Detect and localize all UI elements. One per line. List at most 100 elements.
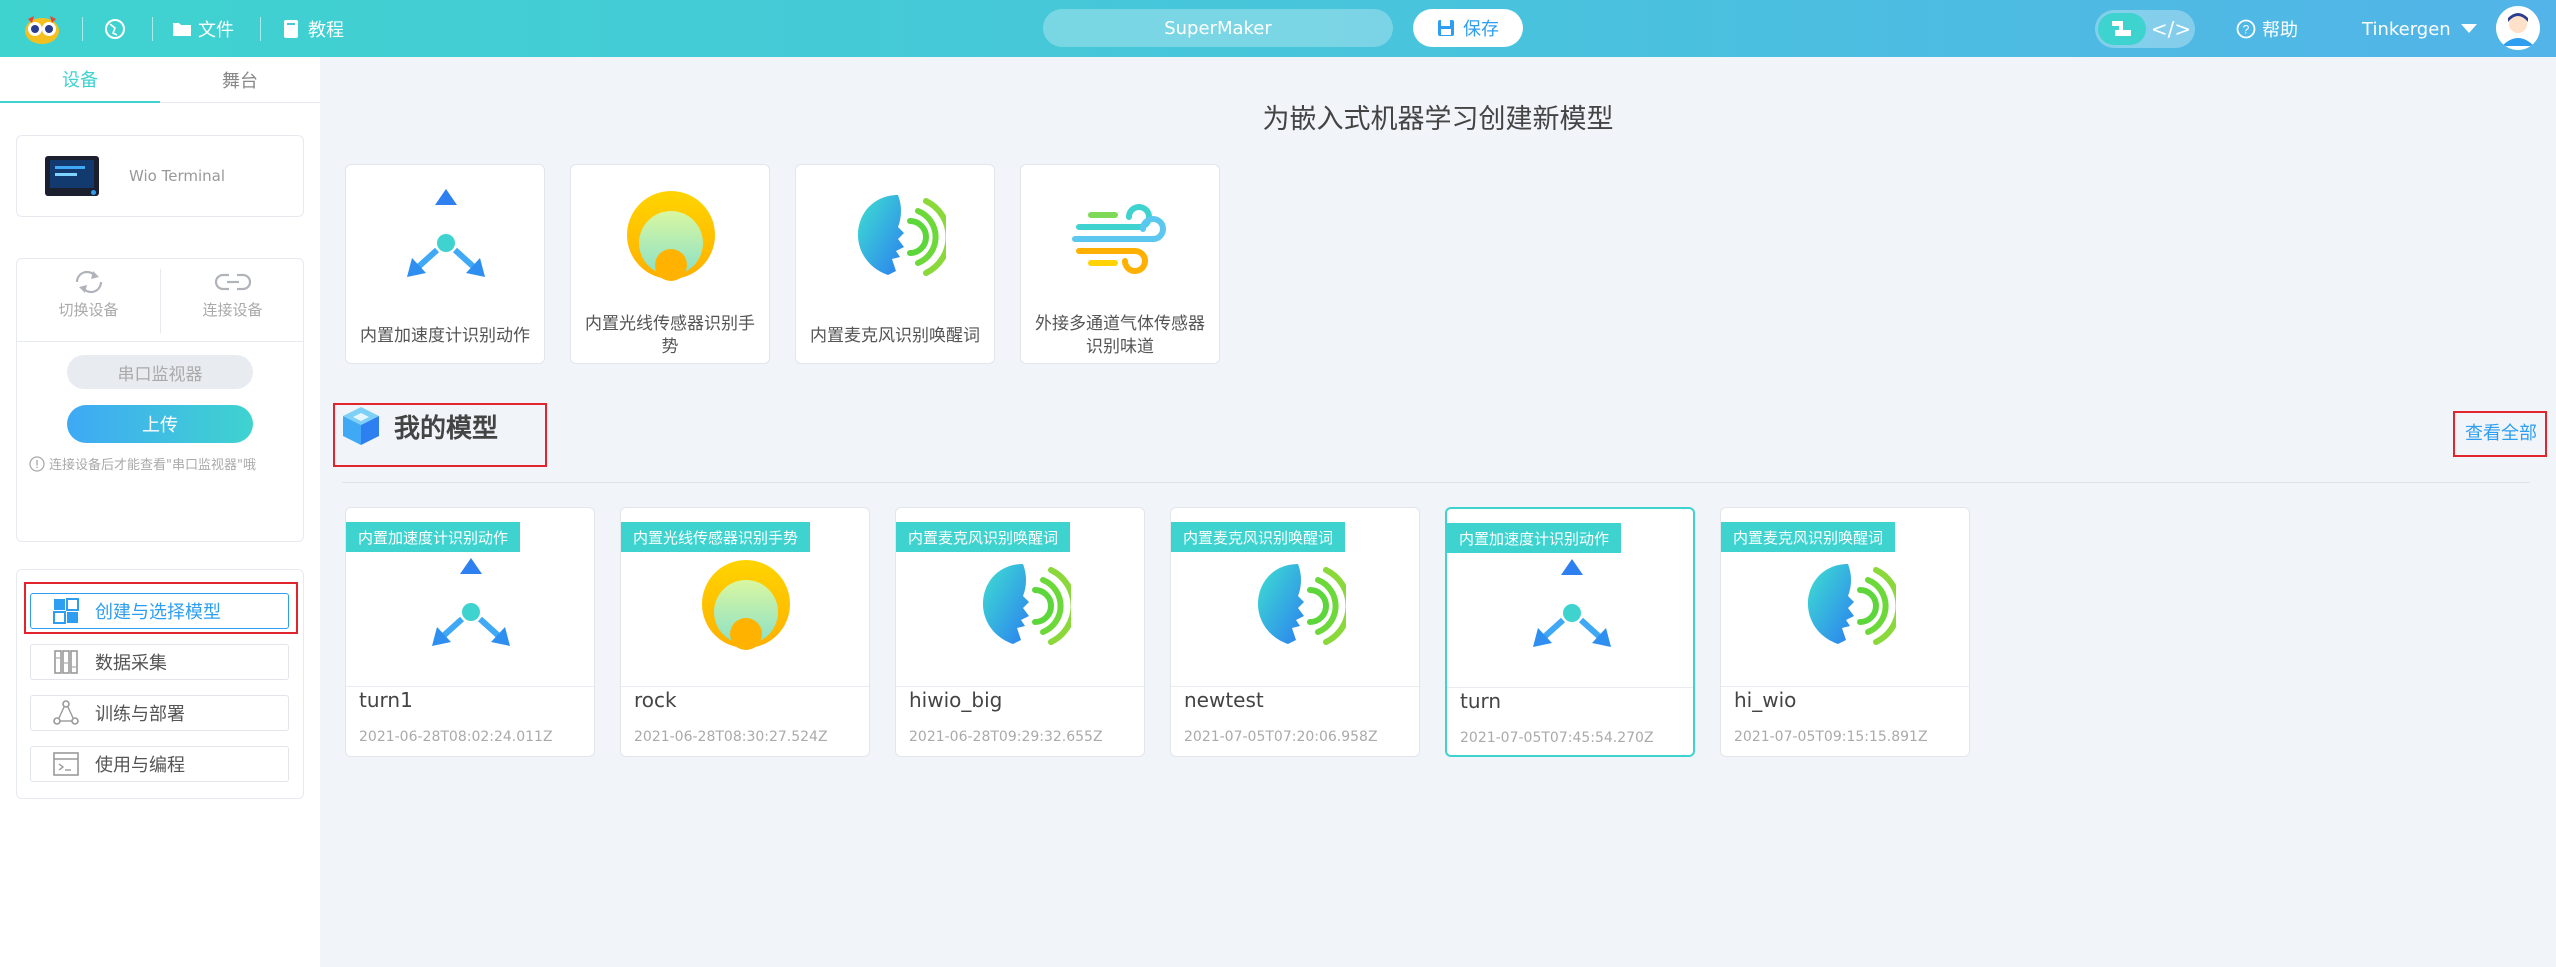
help-icon: ? bbox=[2236, 19, 2256, 39]
nav-train-deploy[interactable]: 训练与部署 bbox=[30, 695, 289, 731]
light-sensor-icon bbox=[621, 187, 721, 287]
accelerometer-icon bbox=[396, 187, 496, 287]
model-card-selected[interactable]: 内置加速度计识别动作 turn 2021-07-05T07:45:54.270Z bbox=[1445, 507, 1695, 757]
avatar[interactable] bbox=[2496, 6, 2540, 50]
hint-text: 连接设备后才能查看"串口监视器"哦 bbox=[49, 458, 256, 473]
serial-monitor-button[interactable]: 串口监视器 bbox=[67, 355, 253, 389]
connection-hint: 连接设备后才能查看"串口监视器"哦 bbox=[29, 454, 299, 473]
view-all-link[interactable]: 查看全部 bbox=[2465, 419, 2537, 445]
info-icon bbox=[29, 455, 45, 472]
project-name: SuperMaker bbox=[1164, 17, 1272, 39]
device-name: Wio Terminal bbox=[129, 167, 226, 185]
nav-label: 训练与部署 bbox=[95, 704, 185, 725]
template-label: 内置麦克风识别唤醒词 bbox=[810, 325, 980, 346]
tutorial-menu-label: 教程 bbox=[308, 20, 344, 41]
template-card-microphone[interactable]: 内置麦克风识别唤醒词 bbox=[795, 164, 995, 364]
model-card[interactable]: 内置光线传感器识别手势 rock 2021-06-28T08:30:27.524… bbox=[620, 507, 870, 757]
globe-icon[interactable] bbox=[104, 14, 126, 44]
model-name: rock bbox=[634, 688, 677, 712]
template-card-light-sensor[interactable]: 内置光线传感器识别手势 bbox=[570, 164, 770, 364]
code-icon: </> bbox=[2150, 17, 2192, 41]
divider bbox=[342, 482, 2530, 483]
tutorial-menu[interactable]: 教程 bbox=[282, 14, 344, 44]
my-models-header: 我的模型 bbox=[340, 405, 498, 447]
model-type-tag: 内置麦克风识别唤醒词 bbox=[1171, 522, 1346, 552]
svg-text:?: ? bbox=[2243, 23, 2250, 37]
top-bar: 文件 教程 SuperMaker 保存 </> ? 帮助 Tinkergen bbox=[0, 0, 2556, 57]
model-date: 2021-07-05T07:20:06.958Z bbox=[1184, 729, 1378, 745]
model-date: 2021-06-28T08:02:24.011Z bbox=[359, 729, 553, 745]
light-sensor-icon bbox=[696, 556, 796, 656]
model-card[interactable]: 内置加速度计识别动作 turn1 2021-06-28T08:02:24.011… bbox=[345, 507, 595, 757]
device-controls: 切换设备 连接设备 串口监视器 上传 连接设备后才能查看"串口监视器"哦 bbox=[16, 258, 304, 542]
nav-data-collection[interactable]: 数据采集 bbox=[30, 644, 289, 680]
chevron-down-icon bbox=[2460, 24, 2477, 33]
model-date: 2021-07-05T07:45:54.270Z bbox=[1460, 730, 1654, 746]
file-menu-label: 文件 bbox=[198, 20, 234, 41]
model-name: turn1 bbox=[359, 688, 413, 712]
switch-icon bbox=[75, 270, 102, 294]
help-button[interactable]: ? 帮助 bbox=[2236, 14, 2298, 44]
highlight-box bbox=[24, 582, 298, 634]
model-date: 2021-07-05T09:15:15.891Z bbox=[1734, 729, 1928, 745]
tab-label: 舞台 bbox=[222, 70, 258, 92]
model-date: 2021-06-28T08:30:27.524Z bbox=[634, 729, 828, 745]
wio-terminal-icon bbox=[45, 156, 99, 196]
upload-label: 上传 bbox=[142, 415, 178, 436]
blocks-mode-button[interactable] bbox=[2098, 13, 2146, 45]
accelerometer-icon bbox=[421, 556, 521, 656]
tab-label: 设备 bbox=[62, 70, 98, 91]
model-name: turn bbox=[1460, 689, 1502, 713]
model-type-tag: 内置加速度计识别动作 bbox=[346, 522, 521, 552]
model-type-tag: 内置麦克风识别唤醒词 bbox=[896, 522, 1071, 552]
save-button[interactable]: 保存 bbox=[1413, 9, 1523, 47]
data-icon bbox=[54, 650, 78, 674]
model-card[interactable]: 内置麦克风识别唤醒词 hiwio_big 2021-06-28T09:29:32… bbox=[895, 507, 1145, 757]
nav-use-program[interactable]: 使用与编程 bbox=[30, 746, 289, 782]
divider bbox=[17, 341, 303, 342]
code-mode-button[interactable]: </> bbox=[2150, 13, 2192, 45]
network-icon bbox=[53, 700, 79, 725]
blocks-icon bbox=[2112, 21, 2131, 36]
model-card[interactable]: 内置麦克风识别唤醒词 hi_wio 2021-07-05T09:15:15.89… bbox=[1720, 507, 1970, 757]
template-label: 外接多通道气体传感器识别味道 bbox=[1035, 314, 1205, 357]
template-card-gas-sensor[interactable]: 外接多通道气体传感器识别味道 bbox=[1020, 164, 1220, 364]
model-card[interactable]: 内置麦克风识别唤醒词 newtest 2021-07-05T07:20:06.9… bbox=[1170, 507, 1420, 757]
accelerometer-icon bbox=[1522, 557, 1622, 657]
logo-icon[interactable] bbox=[24, 13, 60, 45]
save-icon bbox=[1438, 20, 1454, 36]
upload-button[interactable]: 上传 bbox=[67, 405, 253, 443]
divider bbox=[260, 17, 261, 41]
switch-device-button[interactable]: 切换设备 bbox=[17, 269, 160, 333]
user-name: Tinkergen bbox=[2362, 18, 2451, 40]
folder-icon bbox=[173, 23, 191, 36]
serial-monitor-label: 串口监视器 bbox=[117, 364, 203, 385]
project-name-field[interactable]: SuperMaker bbox=[1043, 9, 1393, 47]
save-label: 保存 bbox=[1463, 19, 1499, 40]
microphone-voice-icon bbox=[971, 556, 1071, 656]
gas-wind-icon bbox=[1071, 187, 1171, 287]
model-type-tag: 内置麦克风识别唤醒词 bbox=[1721, 522, 1896, 552]
model-type-tag: 内置加速度计识别动作 bbox=[1447, 523, 1622, 553]
device-card[interactable]: Wio Terminal bbox=[16, 135, 304, 217]
book-icon bbox=[284, 20, 298, 38]
divider bbox=[82, 17, 83, 41]
help-label: 帮助 bbox=[2262, 20, 2298, 41]
file-menu[interactable]: 文件 bbox=[172, 14, 234, 44]
nav-label: 数据采集 bbox=[95, 653, 167, 674]
model-name: newtest bbox=[1184, 688, 1264, 712]
tab-device[interactable]: 设备 bbox=[0, 57, 160, 103]
template-label: 内置光线传感器识别手势 bbox=[585, 314, 755, 357]
template-label: 内置加速度计识别动作 bbox=[360, 325, 530, 346]
microphone-voice-icon bbox=[1246, 556, 1346, 656]
user-menu[interactable]: Tinkergen bbox=[2362, 14, 2477, 44]
connect-device-button[interactable]: 连接设备 bbox=[161, 269, 304, 333]
model-date: 2021-06-28T09:29:32.655Z bbox=[909, 729, 1103, 745]
link-icon bbox=[214, 273, 251, 291]
template-card-accelerometer[interactable]: 内置加速度计识别动作 bbox=[345, 164, 545, 364]
model-type-tag: 内置光线传感器识别手势 bbox=[621, 522, 811, 552]
tab-stage[interactable]: 舞台 bbox=[160, 57, 320, 103]
main-content: 为嵌入式机器学习创建新模型 内置加速度计识别动作 内置光线传感器识别手势 内置麦… bbox=[320, 57, 2556, 967]
my-models-title: 我的模型 bbox=[394, 413, 499, 444]
page-title: 为嵌入式机器学习创建新模型 bbox=[1262, 104, 1614, 135]
